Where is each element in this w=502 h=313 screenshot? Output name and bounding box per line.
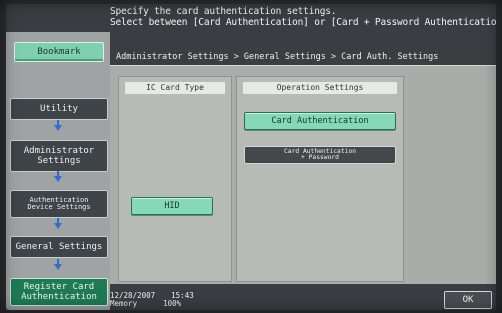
nav-authentication-device-settings-button[interactable]: Authentication Device Settings [10,190,108,218]
nav-authentication-device-settings-label: Authentication Device Settings [27,195,91,211]
nav-general-settings-label: General Settings [15,242,103,252]
instruction-line-1: Specify the card authentication settings… [110,6,337,17]
breadcrumb: Administrator Settings > General Setting… [110,48,496,66]
down-arrow-icon [54,259,62,270]
memory-value: 100% [163,299,182,308]
status-bar: 12/28/2007 15:43 Memory 100% [110,292,230,310]
main-panel: Administrator Settings > General Setting… [110,48,496,284]
operation-settings-header: Operation Settings [243,82,397,94]
nav-administrator-settings-label: Administrator Settings [23,146,95,166]
left-sidebar: Bookmark Utility Administrator Settings … [6,32,110,310]
ic-card-type-panel: IC Card Type HID [118,76,232,282]
down-arrow-icon [54,171,62,182]
memory-label: Memory [110,299,138,308]
nav-general-settings-button[interactable]: General Settings [10,236,108,258]
hid-button[interactable]: HID [131,197,213,215]
ok-button[interactable]: OK [444,291,492,309]
operation-settings-panel: Operation Settings Card Authentication C… [236,76,404,282]
bookmark-button[interactable]: Bookmark [14,42,104,62]
down-arrow-icon [54,120,62,131]
card-password-authentication-line2: + Password [301,154,339,161]
nav-register-card-authentication-button[interactable]: Register Card Authentication [10,278,108,306]
down-arrow-icon [54,218,62,229]
copier-screen: Specify the card authentication settings… [6,4,496,310]
instruction-text: Specify the card authentication settings… [110,6,496,46]
nav-utility-button[interactable]: Utility [10,98,108,120]
instruction-line-2: Select between [Card Authentication] or … [110,17,496,28]
card-password-authentication-button[interactable]: Card Authentication + Password [244,146,396,164]
ic-card-type-header: IC Card Type [125,82,225,94]
card-authentication-button[interactable]: Card Authentication [244,112,396,130]
nav-register-card-authentication-label: Register Card Authentication [21,282,97,302]
nav-administrator-settings-button[interactable]: Administrator Settings [10,140,108,172]
nav-utility-label: Utility [40,104,78,114]
